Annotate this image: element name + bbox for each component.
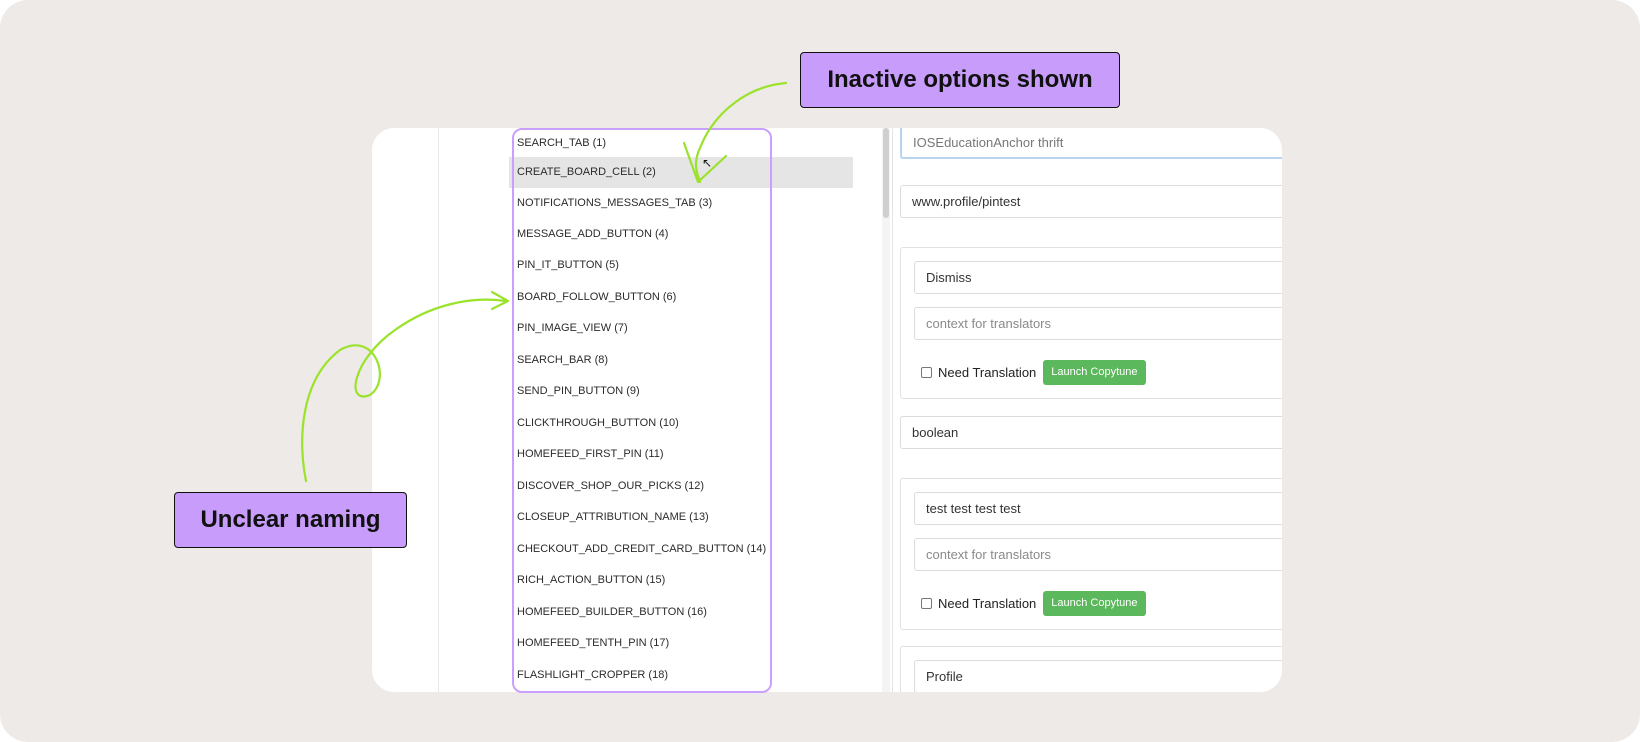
translation-row: Need Translation Launch Copytune [921, 359, 1146, 385]
inactive-options-callout: Inactive options shown [800, 52, 1120, 108]
string-value-input[interactable]: Dismiss [914, 261, 1282, 294]
translation-row: Need Translation Launch Copytune [921, 590, 1146, 616]
background-canvas: SEARCH_TAB (1) CREATE_BOARD_CELL (2) NOT… [0, 0, 1640, 742]
url-input[interactable]: www.profile/pintest [900, 185, 1282, 218]
launch-copytune-button[interactable]: Launch Copytune [1043, 359, 1146, 385]
launch-copytune-button[interactable]: Launch Copytune [1043, 590, 1146, 616]
list-scrollbar-thumb[interactable] [883, 128, 889, 218]
unclear-naming-callout: Unclear naming [174, 492, 407, 548]
type-input[interactable]: boolean [900, 416, 1282, 449]
need-translation-label: Need Translation [938, 595, 1037, 611]
context-input[interactable]: context for translators [914, 538, 1282, 571]
need-translation-checkbox[interactable] [921, 597, 932, 609]
panel-divider [892, 128, 893, 692]
anchor-input[interactable]: IOSEducationAnchor thrift [900, 128, 1282, 159]
need-translation-checkbox[interactable] [921, 366, 932, 378]
need-translation-label: Need Translation [938, 364, 1037, 380]
screenshot-panel: SEARCH_TAB (1) CREATE_BOARD_CELL (2) NOT… [372, 128, 1282, 692]
gutter-divider [438, 128, 439, 692]
string-value-input[interactable]: test test test test [914, 492, 1282, 525]
list-highlight-frame [512, 128, 772, 693]
string-value-input[interactable]: Profile [914, 660, 1282, 692]
context-input[interactable]: context for translators [914, 307, 1282, 340]
